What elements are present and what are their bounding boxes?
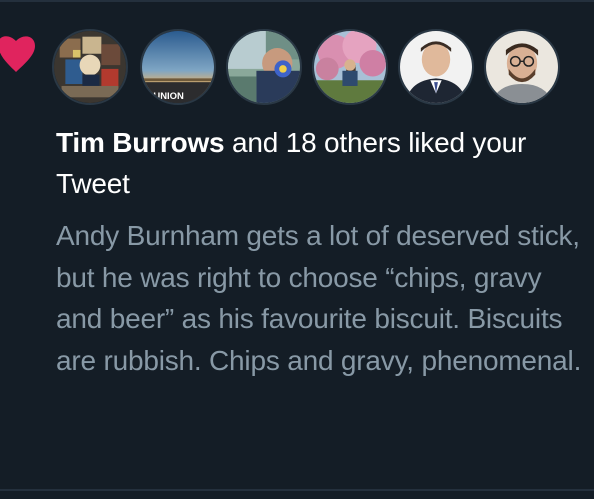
avatar-sunset-caption: UNION [153, 91, 184, 102]
avatar-collage[interactable] [52, 29, 128, 105]
like-notification-headline[interactable]: Tim Burrows and 18 others liked your Twe… [56, 122, 576, 204]
avatar-man-suit[interactable] [398, 29, 474, 105]
avatar-blossom-tree[interactable] [312, 29, 388, 105]
heart-icon [0, 36, 35, 72]
avatar-flower-face[interactable] [226, 29, 302, 105]
bottom-divider [0, 489, 594, 491]
top-divider [0, 0, 594, 2]
liker-name[interactable]: Tim Burrows [56, 127, 225, 158]
avatar-sunset[interactable]: UNION [140, 29, 216, 105]
liked-tweet-text[interactable]: Andy Burnham gets a lot of deserved stic… [56, 215, 586, 381]
avatar-man-glasses[interactable] [484, 29, 560, 105]
